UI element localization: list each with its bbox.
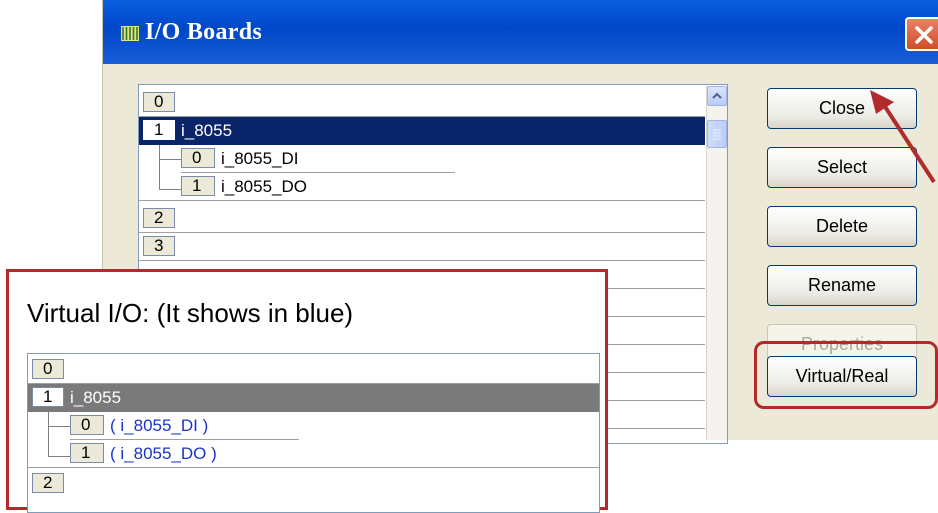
board-name: ( i_8055_DO ) xyxy=(110,444,217,463)
board-name: i_8055 xyxy=(70,388,122,407)
list-item: 1 ( i_8055_DO ) xyxy=(28,440,599,468)
title-bar[interactable]: I/O Boards xyxy=(103,0,938,64)
slot-number: 2 xyxy=(143,208,175,228)
sub-slot-number: 1 xyxy=(70,443,104,463)
grid-icon xyxy=(121,26,139,41)
scroll-up-button[interactable] xyxy=(707,86,727,106)
sub-slot-number: 0 xyxy=(181,148,215,168)
list-item[interactable]: 1 i_8055_DO xyxy=(139,173,705,201)
scroll-thumb[interactable] xyxy=(707,120,727,148)
board-name: i_8055 xyxy=(181,121,233,140)
slot-number: 0 xyxy=(32,359,64,379)
slot-number: 0 xyxy=(143,92,175,112)
slot-number: 1 xyxy=(32,387,64,407)
list-item: 0 xyxy=(28,356,599,384)
callout-caption: Virtual I/O: (It shows in blue) xyxy=(27,298,354,328)
close-x-icon[interactable] xyxy=(905,17,938,51)
list-item[interactable]: 3 xyxy=(139,233,705,261)
list-item[interactable]: 0 xyxy=(139,89,705,117)
virtual-io-list: 0 1 i_8055 0 ( i_8055_DI ) 1 ( i_8055_DO… xyxy=(27,353,600,513)
virtual-io-callout: Virtual I/O: (It shows in blue) 0 1 i_80… xyxy=(6,269,608,513)
highlight-frame xyxy=(754,341,938,409)
list-item: 2 xyxy=(28,470,599,498)
list-item: 0 ( i_8055_DI ) xyxy=(28,412,599,440)
slot-number: 2 xyxy=(32,473,64,493)
slot-number: 1 xyxy=(143,120,175,140)
sub-slot-number: 0 xyxy=(70,415,104,435)
slot-number: 3 xyxy=(143,236,175,256)
chevron-up-icon xyxy=(712,92,722,99)
vertical-scrollbar[interactable] xyxy=(706,86,727,440)
board-name: i_8055_DI xyxy=(221,149,299,168)
arrow-icon xyxy=(870,90,936,184)
window-title: I/O Boards xyxy=(145,19,263,45)
list-item-selected: 1 i_8055 xyxy=(28,384,599,412)
board-name: i_8055_DO xyxy=(221,177,308,196)
list-item[interactable]: 2 xyxy=(139,205,705,233)
list-item-selected[interactable]: 1 i_8055 xyxy=(139,117,705,145)
sub-slot-number: 1 xyxy=(181,176,215,196)
list-item[interactable]: 0 i_8055_DI xyxy=(139,145,705,173)
board-name: ( i_8055_DI ) xyxy=(110,416,209,435)
delete-button[interactable]: Delete xyxy=(767,206,917,247)
grip-icon xyxy=(713,129,721,140)
rename-button[interactable]: Rename xyxy=(767,265,917,306)
